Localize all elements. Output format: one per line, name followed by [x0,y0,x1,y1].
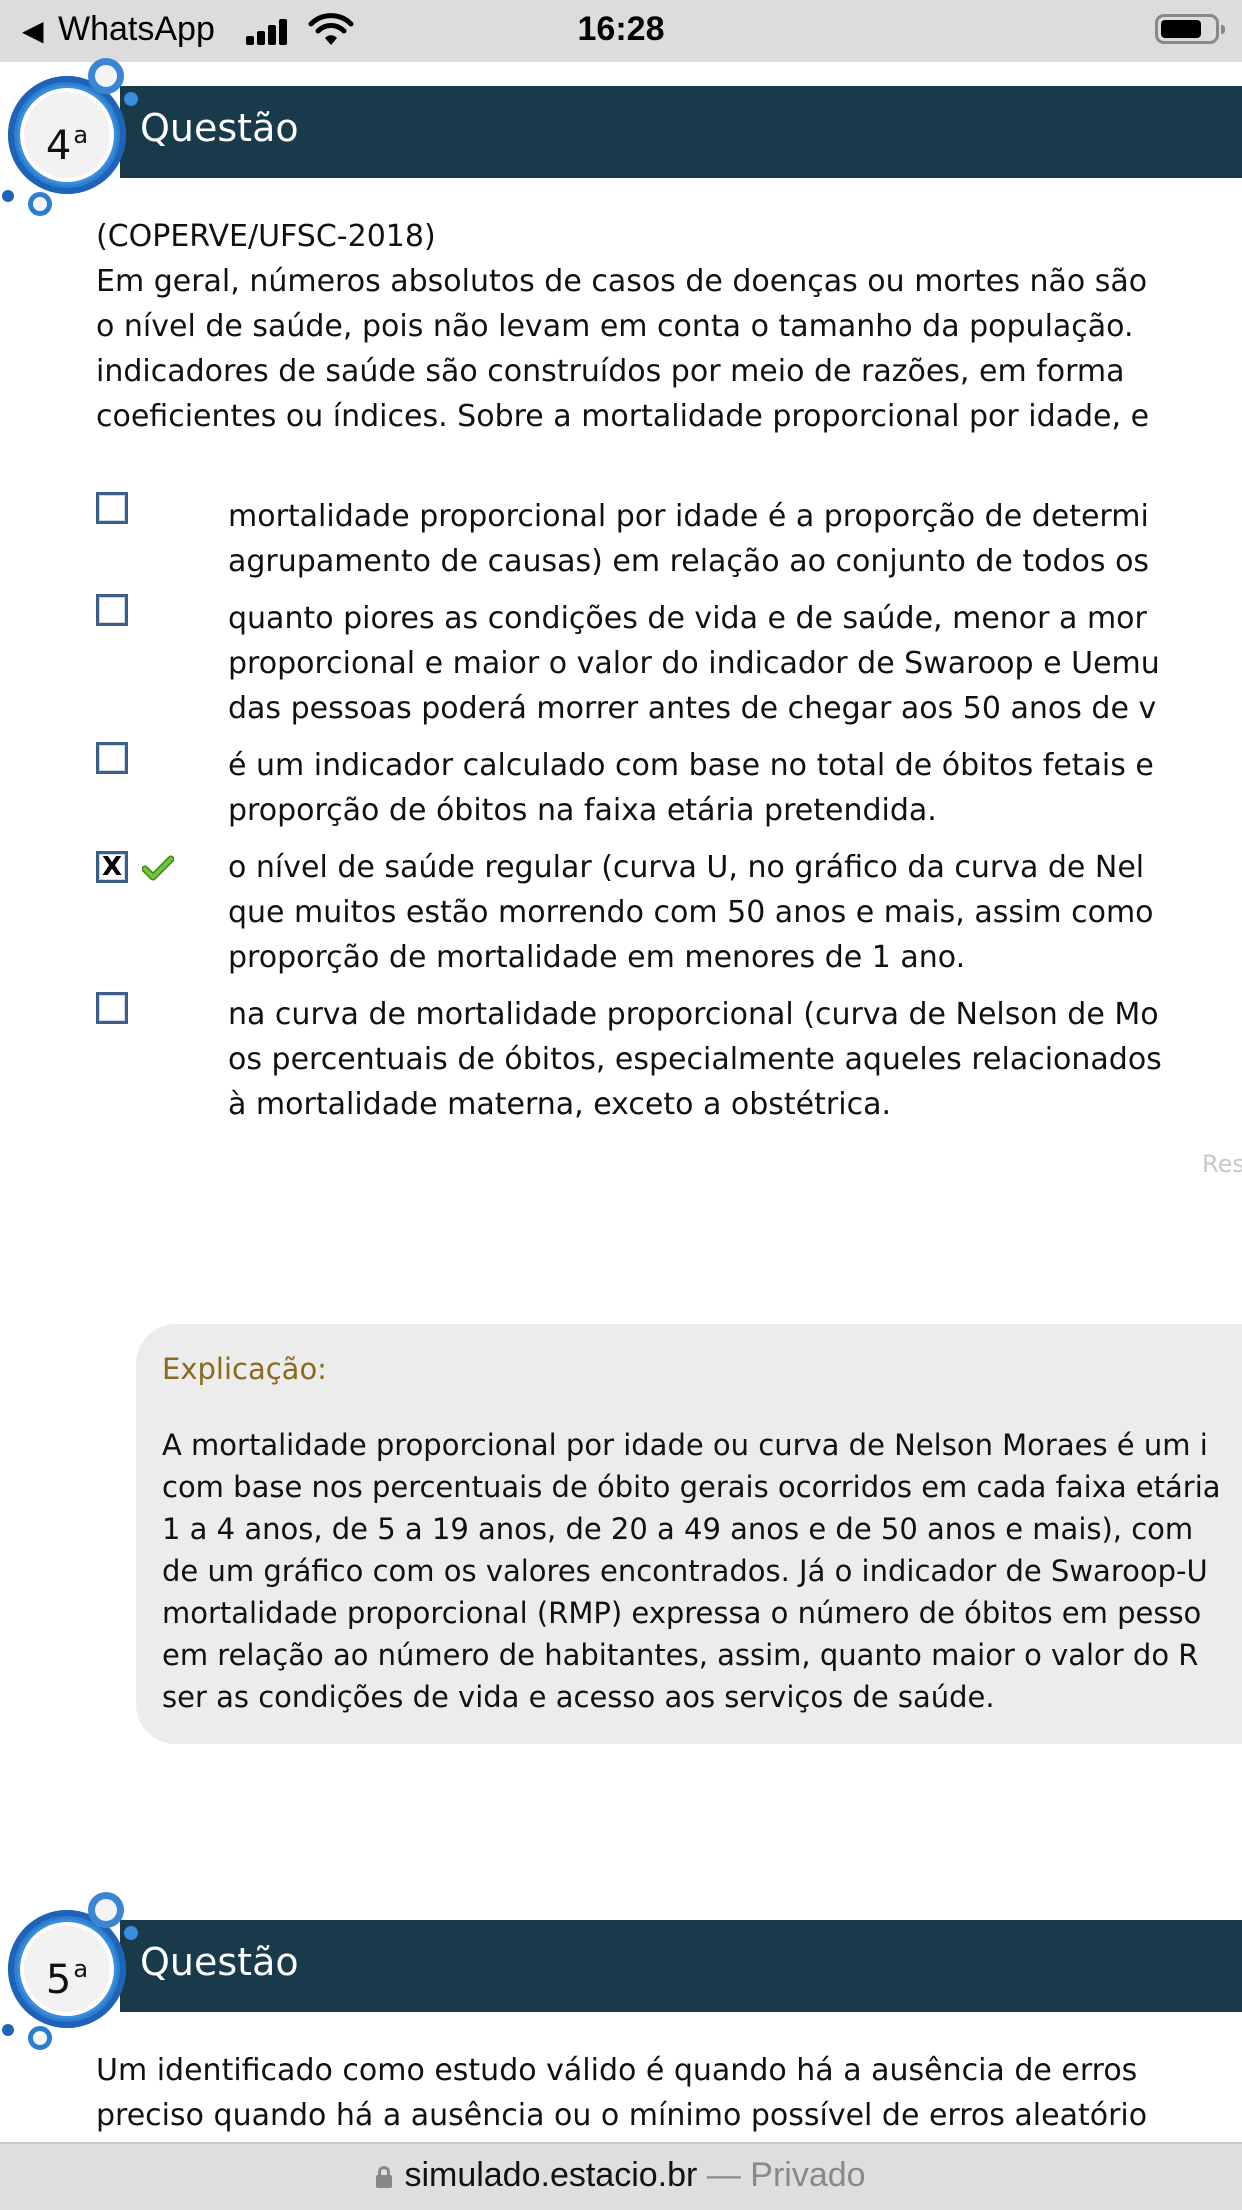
option-line: os percentuais de óbitos, especialmente … [228,1042,1162,1077]
browser-address-bar[interactable]: simulado.estacio.br — Privado [0,2142,1242,2210]
explanation-line: de um gráfico com os valores encontrados… [162,1554,1208,1588]
explanation-line: 1 a 4 anos, de 5 a 19 anos, de 20 a 49 a… [162,1512,1194,1546]
status-bar: ◀ WhatsApp 16:28 [0,0,1242,62]
private-mode-label: Privado [750,2156,866,2194]
statement-line: coeficientes ou índices. Sobre a mortali… [96,399,1150,434]
option-line: na curva de mortalidade proporcional (cu… [228,997,1159,1032]
question-number-badge: 4a [2,52,138,216]
option-line: que muitos estão morrendo com 50 anos e … [228,895,1154,930]
statement-line: Um identificado como estudo válido é qua… [96,2053,1138,2088]
option-text: é um indicador calculado com base no tot… [228,743,1154,833]
separator: — [697,2156,751,2194]
question-source: (COPERVE/UFSC-2018) [96,219,436,254]
option-line: proporção de óbitos na faixa etária pret… [228,793,937,828]
response-label: Res [1202,1150,1242,1178]
battery-icon [1155,14,1225,44]
option-checkbox[interactable] [96,594,128,626]
statement-line: Em geral, números absolutos de casos de … [96,264,1148,299]
explanation-line: com base nos percentuais de óbito gerais… [162,1470,1221,1504]
option-checkbox-checked[interactable]: X [96,851,128,883]
explanation-line: ser as condições de vida e acesso aos se… [162,1680,995,1714]
option-line: das pessoas poderá morrer antes de chega… [228,691,1157,726]
explanation-label: Explicação: [162,1352,327,1386]
option-line: à mortalidade materna, exceto a obstétri… [228,1087,891,1122]
option-text: quanto piores as condições de vida e de … [228,596,1160,731]
clock: 16:28 [577,10,665,48]
explanation-line: A mortalidade proporcional por idade ou … [162,1428,1208,1462]
option-line: mortalidade proporcional por idade é a p… [228,499,1149,534]
explanation-line: mortalidade proporcional (RMP) expressa … [162,1596,1202,1630]
option-text: mortalidade proporcional por idade é a p… [228,494,1149,584]
option-checkbox[interactable] [96,742,128,774]
url-display[interactable]: simulado.estacio.br — Privado [0,2156,1242,2195]
option-checkbox[interactable] [96,992,128,1024]
ordinal-indicator: a [73,1955,89,1983]
ordinal-indicator: a [73,121,89,149]
question-title: Questão [140,106,299,150]
statement-line: preciso quando há a ausência ou o mínimo… [96,2098,1148,2133]
statement-line: indicadores de saúde são construídos por… [96,354,1125,389]
option-line: agrupamento de causas) em relação ao con… [228,544,1150,579]
option-checkbox[interactable] [96,492,128,524]
explanation-line: em relação ao número de habitantes, assi… [162,1638,1199,1672]
question-number: 5 [45,1957,72,2003]
option-line: é um indicador calculado com base no tot… [228,748,1154,783]
question-number: 4 [45,123,72,169]
explanation-text: A mortalidade proporcional por idade ou … [162,1424,1221,1718]
question-5-header: Questão 5a [0,1892,1242,2050]
lock-icon [376,2166,393,2188]
option-line: proporção de mortalidade em menores de 1… [228,940,966,975]
question-title: Questão [140,1940,299,1984]
statement-line: o nível de saúde, pois não levam em cont… [96,309,1134,344]
option-line: quanto piores as condições de vida e de … [228,601,1147,636]
option-line: proporcional e maior o valor do indicado… [228,646,1160,681]
domain-text: simulado.estacio.br [404,2156,698,2194]
option-line: o nível de saúde regular (curva U, no gr… [228,850,1145,885]
question-4-header: Questão 4a [0,58,1242,216]
option-text: na curva de mortalidade proporcional (cu… [228,992,1162,1127]
explanation-box: Explicação: A mortalidade proporcional p… [136,1324,1242,1744]
correct-check-icon [142,855,174,881]
question-number-badge: 5a [2,1886,138,2050]
question-statement: Um identificado como estudo válido é qua… [96,2048,1147,2138]
question-statement: Em geral, números absolutos de casos de … [96,259,1149,439]
option-text: o nível de saúde regular (curva U, no gr… [228,845,1154,980]
